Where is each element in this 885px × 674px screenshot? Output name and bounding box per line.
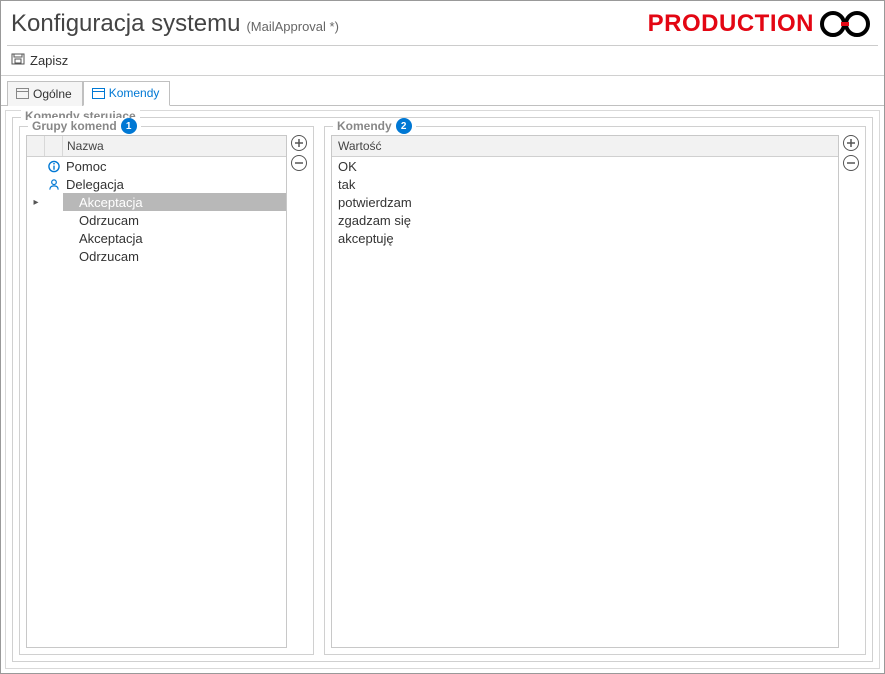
save-icon	[11, 52, 25, 69]
group-name: Akceptacja	[63, 193, 286, 211]
badge-1: 1	[121, 118, 137, 134]
app-window: Konfiguracja systemu (MailApproval *) PR…	[0, 0, 885, 674]
group-row[interactable]: Odrzucam	[27, 211, 286, 229]
commands-header: Wartość	[332, 136, 838, 157]
command-row[interactable]: zgadzam się	[332, 211, 838, 229]
group-row[interactable]: Odrzucam	[27, 247, 286, 265]
environment-label: PRODUCTION	[648, 10, 814, 38]
logo-icon	[818, 9, 874, 39]
remove-group-button[interactable]	[291, 155, 307, 171]
groups-side-buttons	[287, 135, 307, 648]
panel-groups-legend: Grupy komend 1	[28, 118, 141, 134]
group-row[interactable]: ▸ Akceptacja	[27, 193, 286, 211]
command-row[interactable]: akceptuję	[332, 229, 838, 247]
panels-row: Grupy komend 1 Nazwa PomocDelegacja▸Akce…	[19, 126, 866, 655]
panel-groups: Grupy komend 1 Nazwa PomocDelegacja▸Akce…	[19, 126, 314, 655]
fieldset-commands: Komendy sterujące Grupy komend 1 Nazwa	[12, 117, 873, 662]
commands-side-buttons	[839, 135, 859, 648]
command-row[interactable]: OK	[332, 157, 838, 175]
blank-icon	[45, 229, 63, 247]
expander	[27, 247, 45, 265]
groups-body[interactable]: PomocDelegacja▸AkceptacjaOdrzucamAkcepta…	[27, 157, 286, 647]
panel-commands-legend-text: Komendy	[337, 119, 392, 133]
add-command-button[interactable]	[843, 135, 859, 151]
group-row[interactable]: Pomoc	[27, 157, 286, 175]
info-icon	[45, 157, 63, 175]
expander	[27, 175, 45, 193]
commands-list: Wartość OKtakpotwierdzamzgadzam sięakcep…	[331, 135, 839, 648]
blank-icon	[45, 193, 63, 211]
panel-groups-legend-text: Grupy komend	[32, 119, 117, 133]
commands-body[interactable]: OKtakpotwierdzamzgadzam sięakceptuję	[332, 157, 838, 647]
tab-commands[interactable]: Komendy	[83, 81, 171, 106]
blank-icon	[45, 211, 63, 229]
tab-general-label: Ogólne	[33, 87, 72, 101]
header-col-expander	[27, 136, 45, 156]
badge-2: 2	[396, 118, 412, 134]
save-button-label: Zapisz	[30, 53, 68, 68]
expander	[27, 229, 45, 247]
title-right: PRODUCTION	[648, 9, 874, 39]
folder-icon	[16, 88, 29, 99]
groups-list: Nazwa PomocDelegacja▸AkceptacjaOdrzucamA…	[26, 135, 287, 648]
command-row[interactable]: tak	[332, 175, 838, 193]
tab-general[interactable]: Ogólne	[7, 81, 83, 106]
list-icon	[92, 88, 105, 99]
expander	[27, 157, 45, 175]
add-group-button[interactable]	[291, 135, 307, 151]
save-button[interactable]: Zapisz	[11, 52, 68, 69]
content-area: Komendy sterujące Grupy komend 1 Nazwa	[5, 110, 880, 669]
blank-icon	[45, 247, 63, 265]
expander[interactable]: ▸	[27, 193, 45, 211]
page-title: Konfiguracja systemu	[11, 10, 240, 38]
panel-commands: Komendy 2 Wartość OKtakpotwierdzamzgadza…	[324, 126, 866, 655]
command-row[interactable]: potwierdzam	[332, 193, 838, 211]
expander	[27, 211, 45, 229]
group-row[interactable]: Akceptacja	[27, 229, 286, 247]
header-col-icon	[45, 136, 63, 156]
tabs: Ogólne Komendy	[1, 76, 884, 106]
groups-header: Nazwa	[27, 136, 286, 157]
group-name: Delegacja	[63, 175, 286, 193]
person-icon	[45, 175, 63, 193]
group-name: Akceptacja	[63, 229, 286, 247]
title-left: Konfiguracja systemu (MailApproval *)	[11, 10, 339, 38]
page-subtitle: (MailApproval *)	[246, 19, 338, 34]
group-name: Odrzucam	[63, 247, 286, 265]
remove-command-button[interactable]	[843, 155, 859, 171]
group-name: Odrzucam	[63, 211, 286, 229]
panel-commands-legend: Komendy 2	[333, 118, 416, 134]
tab-commands-label: Komendy	[109, 86, 160, 100]
title-bar: Konfiguracja systemu (MailApproval *) PR…	[1, 1, 884, 45]
group-row[interactable]: Delegacja	[27, 175, 286, 193]
group-name: Pomoc	[63, 157, 286, 175]
toolbar: Zapisz	[1, 46, 884, 76]
header-col-name: Nazwa	[63, 136, 286, 156]
